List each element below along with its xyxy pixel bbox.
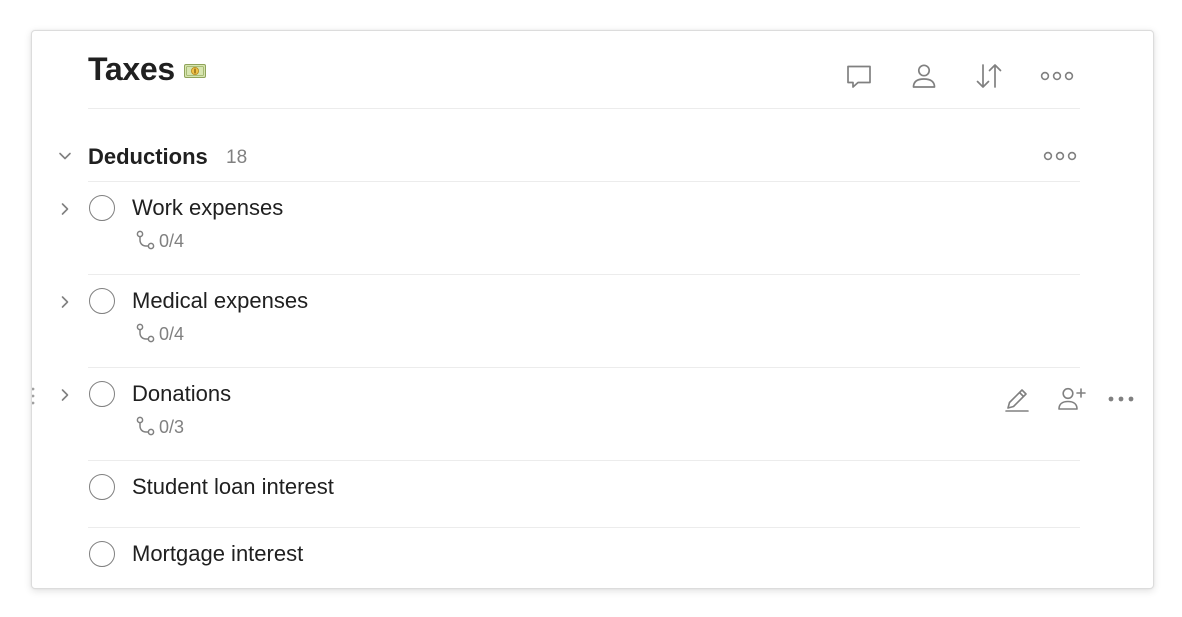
- task-name[interactable]: Work expenses: [132, 194, 283, 222]
- section-task-count: 18: [226, 147, 248, 168]
- comment-icon: [847, 65, 871, 88]
- section-more-button[interactable]: [1042, 140, 1078, 172]
- sort-button[interactable]: [972, 59, 1006, 93]
- task-expand-toggle[interactable]: [54, 384, 76, 406]
- subtask-progress: 0/4: [135, 230, 184, 252]
- task-row[interactable]: Mortgage interest: [32, 528, 1153, 588]
- project-title: Taxes: [88, 51, 175, 87]
- task-name[interactable]: Medical expenses: [132, 287, 308, 315]
- subtask-count: 0/3: [159, 416, 185, 437]
- subtask-icon: [136, 323, 155, 343]
- task-name[interactable]: Student loan interest: [132, 473, 334, 501]
- task-checkbox[interactable]: [89, 381, 115, 407]
- task-expand-toggle[interactable]: [54, 198, 76, 220]
- task-row[interactable]: Work expenses 0/4: [32, 182, 1153, 275]
- subtask-count: 0/4: [159, 230, 185, 251]
- subtask-icon: [136, 416, 155, 436]
- more-horizontal-icon: [1040, 71, 1074, 81]
- project-panel: Taxes Deductions 18 Work expenses 0/4 Me…: [31, 30, 1154, 589]
- section-header: Deductions 18: [32, 135, 1153, 181]
- chevron-down-icon: [59, 152, 71, 160]
- task-name[interactable]: Mortgage interest: [132, 540, 303, 568]
- share-button[interactable]: [907, 59, 941, 93]
- chevron-right-icon: [61, 389, 69, 401]
- chevron-right-icon: [61, 203, 69, 215]
- drag-handle-icon[interactable]: [31, 386, 36, 406]
- chevron-right-icon: [61, 296, 69, 308]
- assign-task-button[interactable]: [1055, 382, 1089, 416]
- task-row[interactable]: Medical expenses 0/4: [32, 275, 1153, 368]
- subtask-progress: 0/4: [135, 323, 184, 345]
- subtask-icon: [136, 230, 155, 250]
- person-icon: [912, 64, 936, 88]
- pencil-icon: [1005, 389, 1029, 412]
- section-collapse-toggle[interactable]: [54, 145, 76, 167]
- task-row[interactable]: Student loan interest: [32, 461, 1153, 528]
- task-checkbox[interactable]: [89, 474, 115, 500]
- sort-icon: [976, 64, 1002, 88]
- task-row[interactable]: Donations 0/3: [32, 368, 1153, 461]
- task-more-button[interactable]: [1104, 382, 1138, 416]
- more-horizontal-icon: [1108, 396, 1134, 402]
- task-checkbox[interactable]: [89, 288, 115, 314]
- task-name[interactable]: Donations: [132, 380, 231, 408]
- task-checkbox[interactable]: [89, 541, 115, 567]
- more-button[interactable]: [1037, 59, 1077, 93]
- subtask-progress: 0/3: [135, 416, 184, 438]
- task-expand-toggle[interactable]: [54, 291, 76, 313]
- header-toolbar: [842, 59, 1080, 93]
- money-banknote-icon: [184, 64, 206, 78]
- edit-task-button[interactable]: [1000, 382, 1034, 416]
- comments-button[interactable]: [842, 59, 876, 93]
- more-horizontal-icon: [1043, 151, 1077, 161]
- add-person-icon: [1058, 387, 1086, 410]
- project-header: Taxes: [88, 31, 1080, 109]
- task-hover-actions: [1000, 382, 1140, 416]
- subtask-count: 0/4: [159, 323, 185, 344]
- task-checkbox[interactable]: [89, 195, 115, 221]
- section-title: Deductions: [88, 144, 208, 169]
